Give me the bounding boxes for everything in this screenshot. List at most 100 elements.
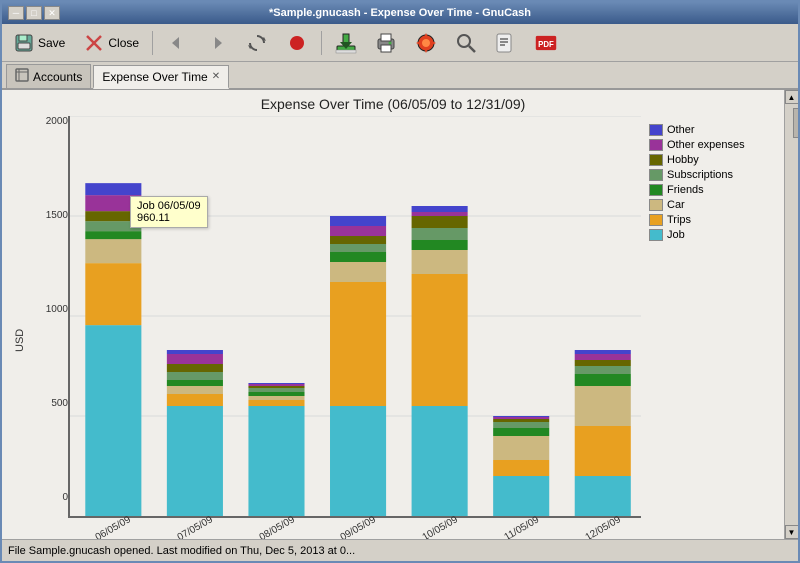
y-tick-1000: 1000 [46, 304, 68, 315]
minimize-button[interactable]: ─ [8, 6, 24, 20]
legend-item-car: Car [649, 199, 768, 211]
legend-item-hobby: Hobby [649, 154, 768, 166]
forward-icon [206, 32, 228, 54]
separator-2 [321, 31, 322, 55]
toolbar: Save Close [2, 24, 798, 62]
bar-group-2[interactable] [167, 350, 223, 516]
forward-button[interactable] [199, 28, 235, 58]
legend-label-other: Other [667, 124, 695, 136]
content-area: Expense Over Time (06/05/09 to 12/31/09)… [2, 90, 798, 539]
settings-icon [415, 32, 437, 54]
x-label-6: 11/05/09 [502, 514, 541, 539]
scroll-thumb[interactable] [793, 108, 799, 138]
title-bar-controls: ─ □ ✕ [8, 6, 60, 20]
legend-color-subscriptions [649, 169, 663, 181]
legend-color-friends [649, 184, 663, 196]
refresh-button[interactable] [239, 28, 275, 58]
title-bar: ─ □ ✕ *Sample.gnucash - Expense Over Tim… [2, 2, 798, 24]
svg-text:PDF: PDF [538, 39, 554, 48]
bars-and-legend-container: Job 06/05/09 960.11 [68, 116, 776, 518]
legend-item-other-expenses: Other expenses [649, 139, 768, 151]
legend-label-subscriptions: Subscriptions [667, 169, 733, 181]
record-button[interactable] [279, 28, 315, 58]
report-button[interactable] [488, 28, 524, 58]
report-icon [495, 32, 517, 54]
legend-label-trips: Trips [667, 214, 691, 226]
legend-label-other-expenses: Other expenses [667, 139, 745, 151]
legend-label-friends: Friends [667, 184, 704, 196]
tab-accounts-label: Accounts [33, 70, 82, 84]
legend-label-car: Car [667, 199, 685, 211]
settings-button[interactable] [408, 28, 444, 58]
app-window: ─ □ ✕ *Sample.gnucash - Expense Over Tim… [0, 0, 800, 563]
tooltip-value: 960.11 [137, 212, 201, 224]
maximize-button[interactable]: □ [26, 6, 42, 20]
close-label: Close [108, 36, 139, 50]
pdf-button[interactable]: PDF [528, 28, 564, 58]
refresh-icon [246, 32, 268, 54]
y-tick-2000: 2000 [46, 116, 68, 127]
print-icon [375, 32, 397, 54]
chart-body: USD 2000 1500 1000 500 0 [10, 116, 776, 535]
bar-group-3[interactable] [248, 383, 304, 516]
scroll-down-button[interactable]: ▼ [785, 525, 799, 539]
y-axis-label: USD [10, 116, 30, 535]
chart-plot-area: Job 06/05/09 960.11 [68, 116, 776, 535]
download-button[interactable] [328, 28, 364, 58]
accounts-icon [15, 68, 29, 85]
chart-legend: Other Other expenses Hobby [641, 116, 776, 518]
legend-color-hobby [649, 154, 663, 166]
legend-item-friends: Friends [649, 184, 768, 196]
save-icon [13, 32, 35, 54]
y-axis: 2000 1500 1000 500 0 [30, 116, 68, 535]
save-label: Save [38, 36, 65, 50]
back-button[interactable] [159, 28, 195, 58]
save-button[interactable]: Save [6, 28, 72, 58]
bar-group-6[interactable] [493, 416, 549, 516]
main-pane: Expense Over Time (06/05/09 to 12/31/09)… [2, 90, 784, 539]
legend-item-trips: Trips [649, 214, 768, 226]
close-icon [83, 32, 105, 54]
legend-label-hobby: Hobby [667, 154, 699, 166]
download-icon [335, 32, 357, 54]
close-button[interactable]: Close [76, 28, 146, 58]
tab-expense-over-time[interactable]: Expense Over Time ✕ [93, 65, 229, 89]
scroll-up-button[interactable]: ▲ [785, 90, 799, 104]
legend-color-trips [649, 214, 663, 226]
pdf-icon: PDF [535, 32, 557, 54]
legend-item-other: Other [649, 124, 768, 136]
x-labels-row: 06/05/09 07/05/09 08/05/09 09/05/09 10/0… [70, 520, 641, 535]
legend-label-job: Job [667, 229, 685, 241]
vertical-scrollbar[interactable]: ▲ ▼ [784, 90, 798, 539]
tab-close-button[interactable]: ✕ [212, 71, 220, 82]
status-bar: File Sample.gnucash opened. Last modifie… [2, 539, 798, 561]
zoom-button[interactable] [448, 28, 484, 58]
legend-item-subscriptions: Subscriptions [649, 169, 768, 181]
chart-title: Expense Over Time (06/05/09 to 12/31/09) [10, 96, 776, 112]
legend-color-other-expenses [649, 139, 663, 151]
zoom-icon [455, 32, 477, 54]
bar-group-5[interactable] [412, 206, 468, 516]
chart-panel: Expense Over Time (06/05/09 to 12/31/09)… [2, 90, 784, 539]
tab-accounts[interactable]: Accounts [6, 64, 91, 88]
x-axis-labels: 06/05/09 07/05/09 08/05/09 09/05/09 10/0… [68, 520, 776, 535]
record-icon [286, 32, 308, 54]
y-tick-500: 500 [51, 398, 68, 409]
chart-tooltip: Job 06/05/09 960.11 [130, 196, 208, 228]
separator-1 [152, 31, 153, 55]
bars-container: Job 06/05/09 960.11 [68, 116, 641, 518]
print-button[interactable] [368, 28, 404, 58]
legend-color-other [649, 124, 663, 136]
tabs-bar: Accounts Expense Over Time ✕ [2, 62, 798, 90]
bar-group-1[interactable] [85, 183, 141, 516]
legend-color-car [649, 199, 663, 211]
back-icon [166, 32, 188, 54]
bar-group-4[interactable] [330, 216, 386, 516]
close-window-button[interactable]: ✕ [44, 6, 60, 20]
tooltip-label: Job 06/05/09 [137, 200, 201, 212]
bar-group-7[interactable] [575, 350, 631, 516]
window-title: *Sample.gnucash - Expense Over Time - Gn… [269, 7, 531, 19]
chart-svg [70, 116, 641, 516]
tab-expense-label: Expense Over Time [102, 70, 207, 84]
legend-color-job [649, 229, 663, 241]
